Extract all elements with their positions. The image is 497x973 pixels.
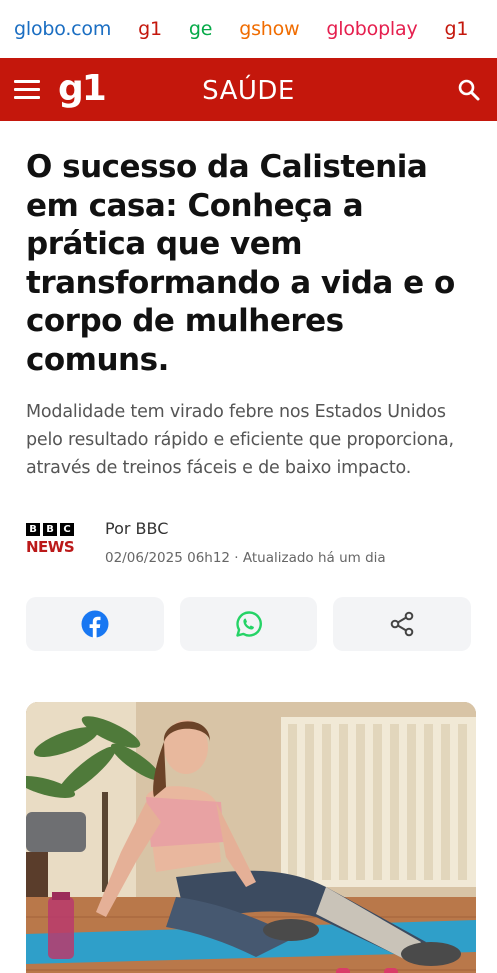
- section-header: g1 SAÚDE: [0, 58, 497, 121]
- article-photo: [26, 702, 476, 973]
- publish-date: 02/06/2025 06h12 · Atualizado há um dia: [105, 550, 386, 566]
- share-whatsapp-button[interactable]: [179, 597, 318, 651]
- whatsapp-icon: [235, 611, 262, 637]
- bbc-logo-block: C: [60, 523, 74, 536]
- article: O sucesso da Calistenia em casa: Conheça…: [0, 148, 497, 973]
- nav-link-g1-secondary[interactable]: g1: [445, 18, 469, 40]
- nav-link-gshow[interactable]: gshow: [239, 18, 299, 40]
- share-icon: [390, 611, 414, 637]
- bbc-logo-block: B: [43, 523, 57, 536]
- nav-link-g1[interactable]: g1: [138, 18, 162, 40]
- section-title: SAÚDE: [202, 76, 295, 106]
- facebook-icon: [81, 610, 109, 638]
- nav-link-globo[interactable]: globo.com: [14, 18, 111, 40]
- nav-link-globoplay[interactable]: globoplay: [326, 18, 417, 40]
- bbc-news-logo: B B C NEWS: [26, 523, 82, 556]
- share-facebook-button[interactable]: [26, 597, 164, 651]
- bbc-logo-block: B: [26, 523, 40, 536]
- bbc-logo-news: NEWS: [26, 538, 75, 556]
- author: Por BBC: [105, 519, 169, 538]
- search-icon[interactable]: [457, 78, 481, 102]
- byline: B B C NEWS Por BBC 02/06/2025 06h12 · At…: [26, 511, 471, 571]
- share-more-button[interactable]: [333, 597, 472, 651]
- share-bar: [26, 597, 472, 651]
- article-subtitle: Modalidade tem virado febre nos Estados …: [26, 402, 454, 478]
- article-headline: O sucesso da Calistenia em casa: Conheça…: [26, 149, 455, 378]
- globo-network-nav: globo.com g1 ge gshow globoplay g1: [0, 0, 497, 58]
- nav-link-ge[interactable]: ge: [189, 18, 213, 40]
